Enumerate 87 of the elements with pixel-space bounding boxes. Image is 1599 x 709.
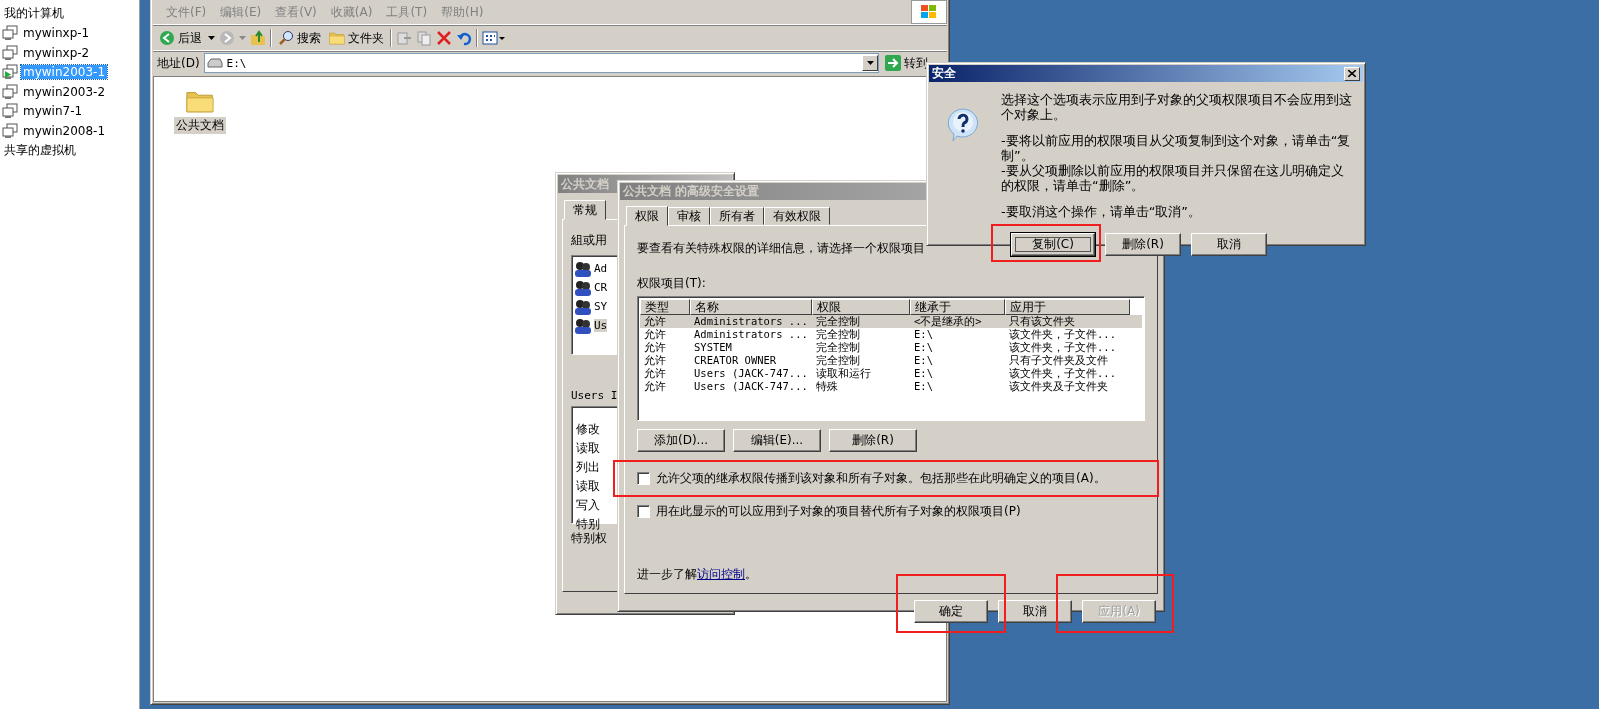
close-button[interactable] <box>1344 66 1360 81</box>
group-heading[interactable]: 共享的虚拟机 <box>2 141 78 159</box>
folders-button[interactable]: 文件夹 <box>327 27 386 49</box>
message-text: -要从父项删除以前应用的权限项目并只保留在这儿明确定义的权限，请单击“删除”。 <box>1001 163 1345 193</box>
tab[interactable]: 常规 <box>564 200 606 220</box>
undo-icon[interactable] <box>456 30 472 46</box>
column-header[interactable]: 权限 <box>812 299 910 315</box>
search-icon <box>278 30 294 46</box>
dialog-button[interactable]: 取消 <box>998 600 1072 623</box>
table-row[interactable]: 允许 SYSTEM 完全控制 E:\ 该文件夹，子文件... <box>640 341 1142 354</box>
window-title: 公共文档 的高级安全设置 <box>623 183 760 200</box>
column-header[interactable]: 应用于 <box>1005 299 1130 315</box>
folder-icon <box>329 31 345 45</box>
user-entry[interactable]: Ad <box>594 262 608 275</box>
permission-entry: 读取 <box>575 440 600 457</box>
tab[interactable]: 所有者 <box>710 207 764 225</box>
checkbox-label: 允许父项的继承权限传播到该对象和所有子对象。包括那些在此明确定义的项目(A)。 <box>656 470 1106 487</box>
permission-entry: 写入 <box>575 497 600 514</box>
table-row[interactable]: 允许 Users (JACK-747... 特殊 E:\ 该文件夹及子文件夹 <box>640 380 1142 393</box>
access-control-link[interactable]: 访问控制 <box>697 567 745 581</box>
window-title: 安全 <box>932 65 956 82</box>
learn-more-text: 进一步了解访问控制。 <box>637 566 757 583</box>
copy-icon[interactable] <box>416 30 432 46</box>
flag-icon <box>920 4 938 20</box>
address-label: 地址(D) <box>157 54 200 72</box>
list-button[interactable]: 编辑(E)... <box>733 429 821 452</box>
table-row[interactable]: 允许 Administrators ... 完全控制 E:\ 该文件夹，子文件... <box>640 328 1142 341</box>
move-icon[interactable] <box>396 30 412 46</box>
dropdown-button[interactable] <box>862 55 878 71</box>
dialog-button[interactable]: 确定 <box>914 600 988 623</box>
table-row[interactable]: 允许 Administrators ... 完全控制 <不是继承的> 只有该文件夹 <box>640 315 1142 328</box>
folder-item[interactable]: 公共文档 <box>174 116 226 134</box>
permission-entry: 读取 <box>575 478 600 495</box>
user-entry[interactable]: SY <box>594 300 608 313</box>
folder-icon <box>186 89 214 113</box>
group-label: 組或用 <box>571 232 607 249</box>
permission-entry: 特别 <box>575 516 600 532</box>
close-icon <box>1348 70 1356 77</box>
delete-icon[interactable] <box>436 30 452 46</box>
special-label: 特别权 <box>571 530 607 547</box>
permission-entry: 修改 <box>575 421 600 438</box>
group-heading[interactable]: 我的计算机 <box>2 5 66 23</box>
users-icon <box>574 260 592 277</box>
column-header[interactable]: 名称 <box>690 299 812 315</box>
intro-text: 要查看有关特殊权限的详细信息，请选择一个权限项目 <box>637 240 925 257</box>
machine-item[interactable]: mywinxp-1 <box>21 26 92 41</box>
machine-item[interactable]: mywin7-1 <box>21 104 85 119</box>
views-icon[interactable] <box>482 30 506 46</box>
drive-icon <box>206 58 223 68</box>
list-button[interactable]: 删除(R) <box>829 429 917 452</box>
table-row[interactable]: 允许 Users (JACK-747... 读取和运行 E:\ 该文件夹，子文件... <box>640 367 1142 380</box>
list-button[interactable]: 添加(D)... <box>637 429 725 452</box>
table-row[interactable]: 允许 CREATOR OWNER 完全控制 E:\ 只有子文件夹及文件 <box>640 354 1142 367</box>
message-text: 选择这个选项表示应用到子对象的父项权限项目不会应用到这个对象上。 <box>1001 92 1353 122</box>
search-button[interactable]: 搜索 <box>276 27 323 49</box>
machine-item[interactable]: mywin2003-2 <box>21 84 108 99</box>
message-text: -要取消这个操作，请单击“取消”。 <box>1001 204 1202 219</box>
dialog-button[interactable]: 复制(C) <box>1011 233 1095 256</box>
caret-icon[interactable] <box>208 36 215 40</box>
user-entry[interactable]: CR <box>594 281 608 294</box>
dialog-button[interactable]: 取消 <box>1191 233 1267 256</box>
users-icon <box>574 279 592 296</box>
question-icon <box>947 108 979 142</box>
back-button[interactable]: 后退 <box>157 27 204 49</box>
users-icon <box>574 298 592 315</box>
permissions-label: Users I <box>571 389 618 402</box>
checkbox[interactable] <box>637 505 650 518</box>
users-icon <box>574 317 592 334</box>
message-text: -要将以前应用的权限项目从父项复制到这个对象，请单击“复制”。 <box>1001 133 1352 163</box>
address-field[interactable]: E:\ <box>203 53 879 73</box>
machine-item[interactable]: mywinxp-2 <box>21 45 92 60</box>
tab[interactable]: 有效权限 <box>764 207 830 225</box>
user-entry[interactable]: Us <box>594 319 608 332</box>
machine-item[interactable]: mywin2008-1 <box>21 123 108 138</box>
up-folder-icon[interactable] <box>250 30 266 46</box>
checkbox[interactable] <box>637 472 650 485</box>
caret-icon <box>866 61 874 65</box>
tab[interactable]: 权限 <box>626 206 668 226</box>
window-title: 公共文档 <box>561 175 609 193</box>
column-header[interactable]: 类型 <box>640 299 690 315</box>
column-header[interactable]: 继承于 <box>910 299 1005 315</box>
list-label: 权限项目(T): <box>637 275 706 292</box>
tab[interactable]: 审核 <box>668 207 710 225</box>
dialog-button[interactable]: 删除(R) <box>1105 233 1181 256</box>
permission-entry: 列出 <box>575 459 600 476</box>
checkbox-label: 用在此显示的可以应用到子对象的项目替代所有子对象的权限项目(P) <box>656 503 1021 520</box>
go-arrow-icon <box>885 55 901 71</box>
